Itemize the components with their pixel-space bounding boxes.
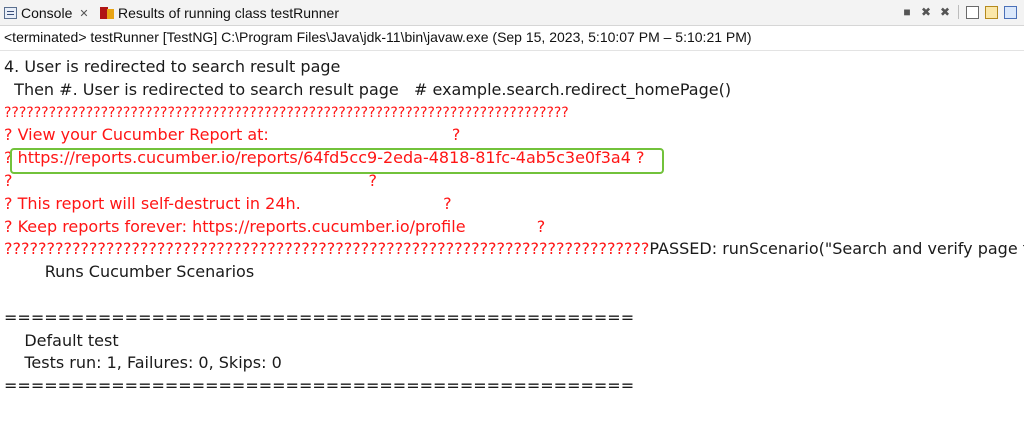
divider: [0, 50, 1024, 51]
output-keep-reports: ? Keep reports forever: https://reports.…: [4, 216, 546, 236]
output-self-destruct: ? This report will self-destruct in 24h.…: [4, 193, 452, 213]
tab-console[interactable]: Console ✕: [4, 0, 89, 26]
scroll-lock-icon[interactable]: [983, 4, 999, 20]
output-q-border-bottom: ????????????????????????????????????????…: [4, 239, 650, 259]
console-toolbar: ■ ✖ ✖: [899, 4, 1018, 20]
close-icon[interactable]: ✕: [79, 7, 88, 20]
output-tests-run: Tests run: 1, Failures: 0, Skips: 0: [4, 353, 282, 373]
output-view-report: ? View your Cucumber Report at: ?: [4, 125, 461, 145]
output-passed: PASSED: runScenario("Search and verify p…: [649, 239, 1024, 259]
toolbar-separator: [958, 5, 959, 19]
output-q-border-top: ????????????????????????????????????????…: [4, 104, 569, 121]
output-default-test: Default test: [4, 330, 119, 350]
launch-status-line: <terminated> testRunner [TestNG] C:\Prog…: [4, 29, 752, 45]
url-highlight-box: [10, 148, 664, 174]
output-eq-line-1: ========================================…: [4, 307, 635, 327]
remove-launch-icon[interactable]: ✖: [918, 4, 934, 20]
console-icon: [4, 7, 17, 19]
console-output[interactable]: 4. User is redirected to search result p…: [4, 56, 1024, 398]
tab-console-label: Console: [21, 5, 73, 21]
output-runs-cucumber: Runs Cucumber Scenarios: [4, 262, 255, 282]
output-eq-line-2: ========================================…: [4, 376, 635, 396]
stop-icon[interactable]: ■: [899, 4, 915, 20]
output-empty-1: [4, 284, 1024, 307]
testng-icon: [100, 6, 114, 20]
output-passed-line: ????????????????????????????????????????…: [4, 238, 1024, 261]
tab-testng-results[interactable]: Results of running class testRunner: [100, 0, 339, 26]
word-wrap-icon[interactable]: [1002, 4, 1018, 20]
tab-results-label: Results of running class testRunner: [118, 5, 339, 21]
view-tab-bar: Console ✕ Results of running class testR…: [0, 0, 1024, 26]
output-step-title: 4. User is redirected to search result p…: [4, 57, 341, 76]
clear-console-icon[interactable]: [964, 4, 980, 20]
output-step-then: Then #. User is redirected to search res…: [4, 79, 732, 99]
remove-all-icon[interactable]: ✖: [937, 4, 953, 20]
